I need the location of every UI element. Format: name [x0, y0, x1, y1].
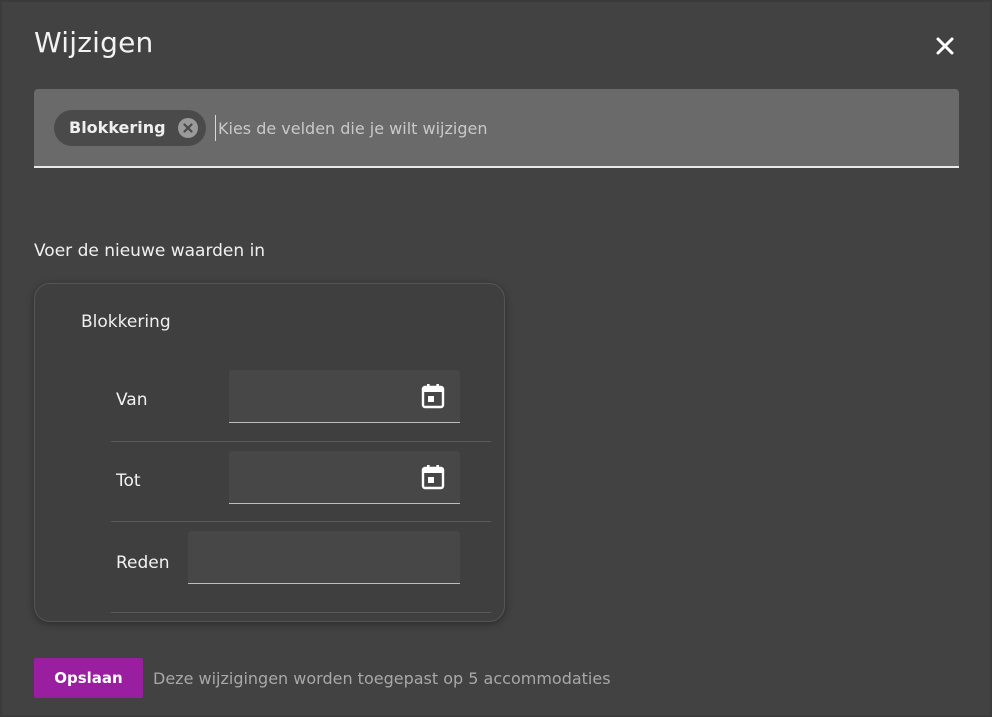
close-icon [929, 30, 961, 62]
card-title: Blokkering [81, 312, 171, 332]
calendar-icon[interactable] [420, 463, 446, 491]
field-row-tot: Tot [111, 441, 491, 522]
chip-blokkering: Blokkering [54, 110, 206, 146]
field-row-reden: Reden [111, 521, 491, 613]
edit-dialog: Wijzigen Blokkering Voer de nieuwe waard… [2, 2, 990, 715]
dialog-title: Wijzigen [34, 26, 154, 59]
field-selector[interactable]: Blokkering [34, 89, 959, 168]
field-label-tot: Tot [116, 471, 141, 491]
field-label-reden: Reden [116, 553, 170, 573]
remove-circle-icon[interactable] [177, 118, 198, 138]
close-button[interactable] [929, 30, 961, 62]
section-label: Voer de nieuwe waarden in [34, 241, 266, 261]
calendar-icon[interactable] [420, 382, 446, 410]
van-date-input[interactable] [229, 370, 460, 423]
tot-date-input[interactable] [229, 451, 460, 504]
blokkering-card: Blokkering Van Tot Reden [34, 283, 505, 622]
field-search-input[interactable] [215, 115, 915, 141]
apply-hint: Deze wijzigingen worden toegepast op 5 a… [153, 669, 611, 688]
save-button[interactable]: Opslaan [34, 658, 143, 698]
reden-input[interactable] [188, 531, 460, 584]
field-row-van: Van [111, 362, 491, 442]
chip-label: Blokkering [69, 118, 166, 137]
field-label-van: Van [116, 390, 148, 410]
